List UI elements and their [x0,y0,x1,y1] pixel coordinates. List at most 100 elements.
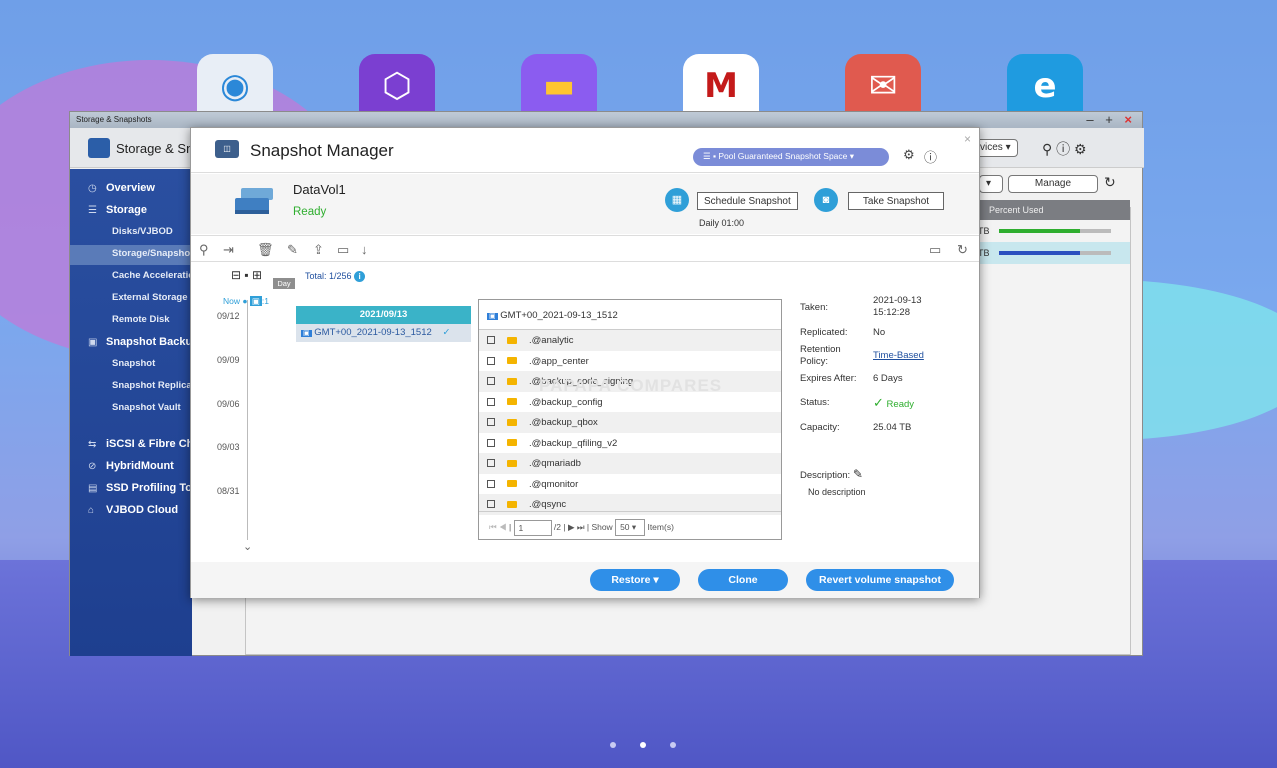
file-row[interactable]: .@backup_qbox [479,412,781,433]
folder-icon [507,418,517,426]
per-page-select[interactable]: 50 ▾ [615,519,646,536]
timeline-date: 08/31 [217,486,240,496]
qmail-icon[interactable]: ✉ [845,54,921,118]
table-row[interactable]: TB [973,220,1130,242]
file-row[interactable]: .@analytic [479,330,781,351]
timeline-date: 09/12 [217,311,240,321]
checkbox[interactable] [487,459,495,468]
close-icon[interactable]: × [964,132,971,146]
snapshot-manager-dialog: ◫ Snapshot Manager ☰ ▪ Pool Guaranteed S… [190,127,980,598]
capacity-value: 25.04 TB [873,422,912,433]
file-row[interactable]: .@backup_qfiling_v2 [479,433,781,454]
file-station-icon[interactable]: ▬ [521,54,597,118]
first-page-icon[interactable]: ⏮ ◀ [489,522,507,532]
snapshot-item[interactable]: ▣ GMT+00_2021-09-13_1512 ✓ [296,324,471,342]
retention-policy-link[interactable]: Time-Based [873,350,924,361]
next-page-icon[interactable]: ▶ ⏭ [568,522,585,532]
sidebar-item-snapshot-replica[interactable]: Snapshot Replica [70,377,192,397]
cloud-icon: ⌂ [88,505,95,516]
help-icon[interactable]: ⓘ [924,147,937,166]
dashboard-icon: ◷ [88,183,97,194]
folder-open-icon[interactable]: ▭ [337,242,349,258]
filter-dropdown[interactable]: ▾ [979,175,1003,193]
checkbox[interactable] [487,479,495,488]
edit-icon[interactable]: ✎ [287,242,298,258]
export-icon[interactable]: ⇥ [223,242,234,258]
checkbox[interactable] [487,336,495,345]
table-row[interactable]: TB [973,242,1130,264]
restore-button[interactable]: Restore ▾ [590,569,680,591]
dialog-header: ◫ Snapshot Manager ☰ ▪ Pool Guaranteed S… [191,128,979,173]
refresh-icon[interactable]: ↻ [957,242,968,258]
clone-button[interactable]: Clone [698,569,788,591]
camera-icon[interactable]: ◙ [814,188,838,212]
sidebar-item-remote-disk[interactable]: Remote Disk [70,311,192,331]
volume-icon [235,188,273,214]
usage-bar [999,251,1111,255]
hybrid-backup-icon[interactable]: e [1007,54,1083,118]
storage-app-icon [88,138,110,158]
app-name: Storage & Sna [116,141,201,156]
sidebar-item-disks[interactable]: Disks/VJBOD [70,223,192,243]
sidebar-item-external[interactable]: External Storage [70,289,192,309]
timeline-zoom-controls[interactable]: ⊟ ▪ ⊞ [231,268,262,282]
checkbox[interactable] [487,377,495,386]
share-icon[interactable]: ⇪ [313,242,324,258]
window-titlebar[interactable]: Storage & Snapshots – + × [70,112,1142,128]
take-snapshot-button[interactable]: Take Snapshot [848,192,944,210]
folder-icon [507,480,517,488]
window-view-icon[interactable]: ▭ [929,242,941,258]
file-row[interactable]: .@qmonitor [479,474,781,495]
check-icon: ✓ [442,327,451,338]
checkbox[interactable] [487,500,495,509]
folder-icon [507,439,517,447]
page-input[interactable]: 1 [513,519,552,536]
sidebar-item-cache[interactable]: Cache Acceleration [70,267,192,287]
qboost-icon[interactable]: ⬡ [359,54,435,118]
refresh-icon[interactable]: ↻ [1104,174,1116,191]
sidebar-item-ssd-profiling[interactable]: ▤SSD Profiling Tool [70,479,192,499]
day-tag: Day [273,278,295,289]
mcafee-icon[interactable]: M [683,54,759,118]
pool-snapshot-space-dropdown[interactable]: ☰ ▪ Pool Guaranteed Snapshot Space ▾ [693,148,889,166]
manage-button[interactable]: Manage [1008,175,1098,193]
window-controls[interactable]: – + × [1086,112,1136,128]
snapshot-icon: ▣ [487,313,498,320]
schedule-time: Daily 01:00 [699,218,745,228]
sidebar-item-storage[interactable]: ☰ Storage [70,201,192,221]
search-icon[interactable]: ⚲ ⓘ ⚙ [1042,139,1087,159]
folder-icon [507,500,517,508]
settings-icon[interactable]: ⚙ [903,147,915,163]
checkbox[interactable] [487,397,495,406]
edit-icon[interactable]: ✎ [853,467,863,481]
search-icon[interactable]: ⚲ [199,242,209,258]
desktop-page-dots[interactable] [610,742,676,748]
watermark: PAPAPA COMPARES [539,376,723,395]
info-icon[interactable]: i [354,271,366,282]
sidebar-item-iscsi[interactable]: ⇆iSCSI & Fibre Channel [70,435,192,455]
download-icon[interactable]: ↓ [361,242,368,257]
sidebar-item-overview[interactable]: ◷ Overview [70,179,192,199]
folder-icon [507,459,517,467]
sidebar-item-snapshot-vault[interactable]: Snapshot Vault [70,399,192,419]
chevron-down-icon[interactable]: ⌄ [243,540,252,553]
snapshot-icon: ▣ [88,337,98,348]
calendar-icon[interactable]: ▦ [665,188,689,212]
revert-snapshot-button[interactable]: Revert volume snapshot [806,569,954,591]
sidebar-item-hybridmount[interactable]: ⊘ HybridMount [70,457,192,477]
volume-section: DataVol1 Ready ▦ Schedule Snapshot ◙ Tak… [191,174,979,234]
replicated-label: Replicated: [800,327,848,338]
delete-icon[interactable]: 🗑 [257,242,274,258]
qfinder-icon[interactable]: ◉ [197,54,273,118]
sidebar-item-snapshot[interactable]: Snapshot [70,355,192,375]
sidebar-item-vjbod-cloud[interactable]: ⌂ VJBOD Cloud [70,501,192,521]
file-row[interactable]: .@app_center [479,351,781,372]
sidebar-item-snapshot-backup[interactable]: ▣ Snapshot Backup [70,333,192,353]
status-value: ✓ Ready [873,395,915,410]
checkbox[interactable] [487,438,495,447]
file-row[interactable]: .@qmariadb [479,453,781,474]
schedule-snapshot-button[interactable]: Schedule Snapshot [697,192,798,210]
checkbox[interactable] [487,418,495,427]
sidebar-item-storage-snapshots[interactable]: Storage/Snapshots [70,245,192,265]
checkbox[interactable] [487,356,495,365]
